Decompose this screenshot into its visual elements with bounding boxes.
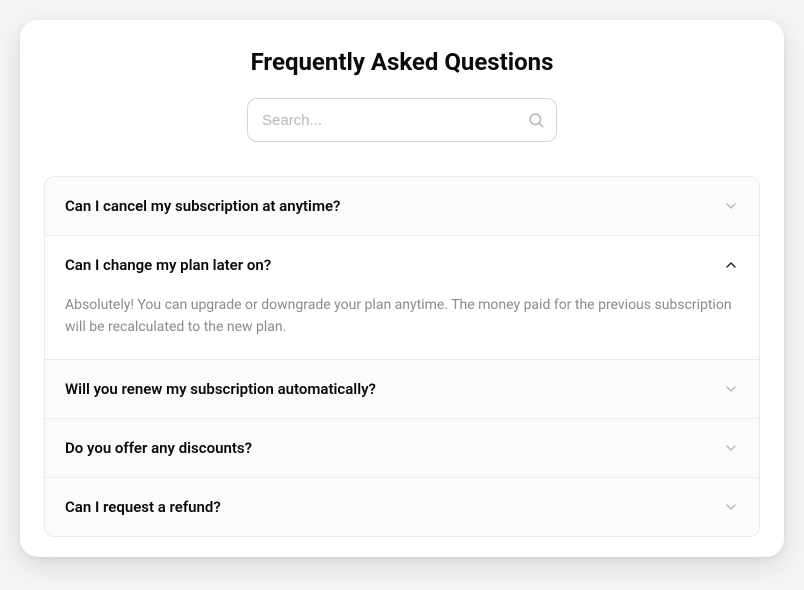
faq-item: Will you renew my subscription automatic…: [45, 360, 759, 419]
faq-item: Do you offer any discounts?: [45, 419, 759, 478]
faq-item: Can I request a refund?: [45, 478, 759, 536]
faq-toggle[interactable]: Do you offer any discounts?: [45, 419, 759, 477]
faq-answer: Absolutely! You can upgrade or downgrade…: [45, 294, 759, 359]
faq-question: Do you offer any discounts?: [65, 439, 252, 457]
faq-question: Can I cancel my subscription at anytime?: [65, 197, 340, 215]
faq-item: Can I change my plan later on? Absolutel…: [45, 236, 759, 360]
faq-item: Can I cancel my subscription at anytime?: [45, 177, 759, 236]
faq-toggle[interactable]: Can I cancel my subscription at anytime?: [45, 177, 759, 235]
search-box: [247, 98, 557, 142]
chevron-down-icon: [723, 381, 739, 397]
faq-list: Can I cancel my subscription at anytime?…: [44, 176, 760, 537]
faq-question: Can I change my plan later on?: [65, 256, 271, 274]
chevron-down-icon: [723, 440, 739, 456]
search-input[interactable]: [247, 98, 557, 142]
chevron-down-icon: [723, 198, 739, 214]
search-icon: [527, 111, 545, 129]
search-container: [44, 98, 760, 142]
faq-toggle[interactable]: Can I request a refund?: [45, 478, 759, 536]
faq-toggle[interactable]: Can I change my plan later on?: [45, 236, 759, 294]
page-title: Frequently Asked Questions: [44, 48, 760, 76]
chevron-up-icon: [723, 257, 739, 273]
faq-question: Can I request a refund?: [65, 498, 221, 516]
faq-card: Frequently Asked Questions Can I cancel …: [20, 20, 784, 557]
chevron-down-icon: [723, 499, 739, 515]
faq-question: Will you renew my subscription automatic…: [65, 380, 376, 398]
faq-toggle[interactable]: Will you renew my subscription automatic…: [45, 360, 759, 418]
